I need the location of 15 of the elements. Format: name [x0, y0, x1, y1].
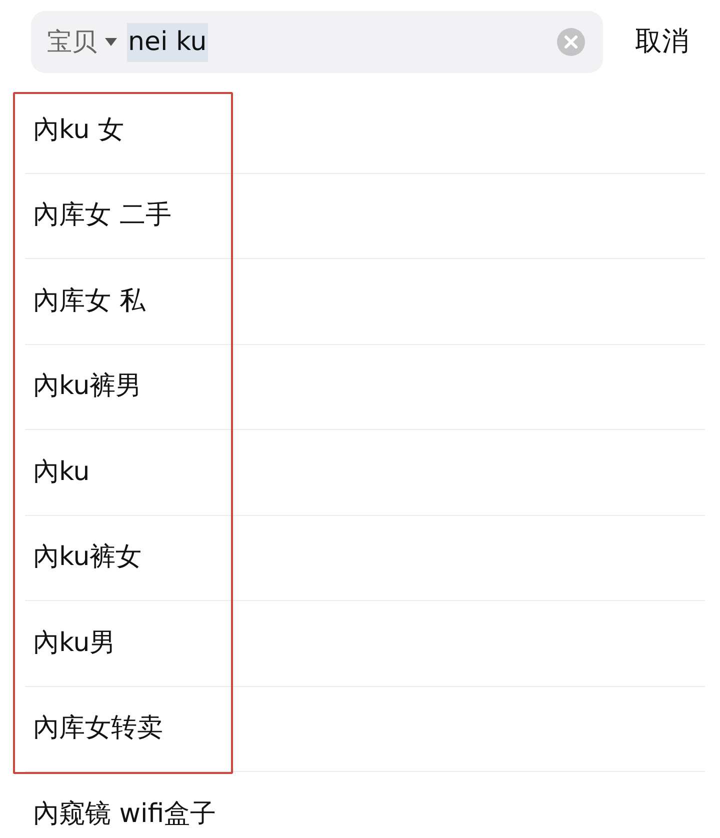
suggestion-item[interactable]: 內库女转卖 — [33, 709, 163, 748]
cancel-button[interactable]: 取消 — [635, 22, 689, 62]
suggestion-item[interactable]: 內ku男 — [33, 624, 116, 663]
suggestion-item[interactable]: 內库女 私 — [33, 282, 146, 321]
suggestion-item[interactable]: 內ku裤男 — [33, 367, 142, 406]
search-query: nei ku — [127, 22, 208, 62]
caret-icon — [105, 38, 117, 46]
clear-icon[interactable] — [557, 28, 585, 56]
suggestion-item[interactable]: 內库女 二手 — [33, 196, 172, 236]
search-field[interactable]: 宝贝 nei ku — [31, 11, 603, 73]
suggestion-item[interactable]: 內ku裤女 — [33, 538, 142, 578]
scope-selector[interactable]: 宝贝 — [47, 23, 97, 61]
suggestion-item[interactable]: 內ku 女 — [33, 110, 124, 150]
suggestion-item[interactable]: 內窥镜 wifi盒子 — [33, 794, 216, 834]
suggestion-item[interactable]: 內ku — [33, 452, 90, 492]
